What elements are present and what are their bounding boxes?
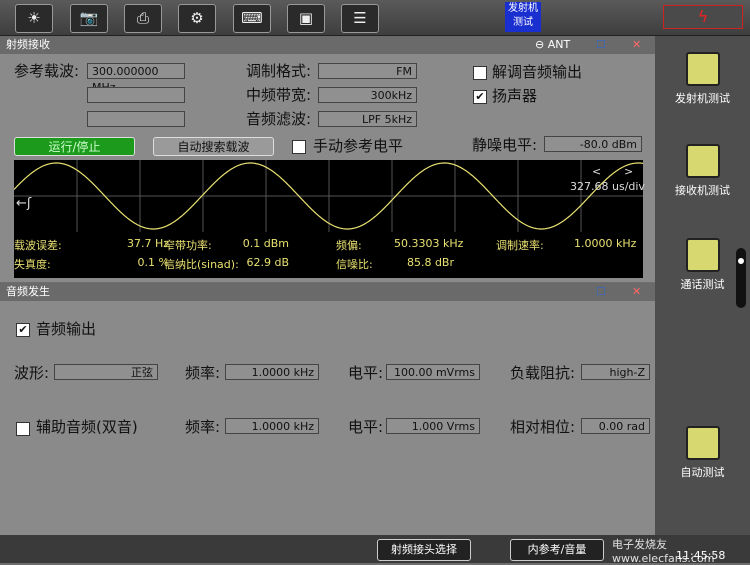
trigger-marker-icon[interactable]: ←ʃ (16, 196, 31, 211)
readout-value: 1.0000 kHz (574, 237, 637, 250)
readout-value: 37.7 Hz (126, 237, 169, 250)
blank-field-1[interactable] (87, 87, 185, 103)
speaker-label: 扬声器 (492, 87, 538, 105)
document-icon[interactable]: ☰ (341, 4, 379, 33)
auto-search-button[interactable]: 自动搜索载波 (153, 137, 274, 156)
clock: 11:45:58 (676, 549, 726, 562)
demod-checkbox[interactable] (473, 66, 487, 80)
readout-value: 62.9 dB (246, 256, 289, 269)
readout-label: 载波误差: (14, 239, 62, 252)
mode-label: 发射机测试 (505, 2, 541, 32)
panel-title: 音频发生 (6, 285, 50, 298)
tester-icon (685, 144, 720, 178)
sidebar-item-auto-test[interactable]: 自动测试 (655, 426, 750, 480)
sidebar-label: 自动测试 (680, 466, 725, 479)
readout-label: 窄带功率: (164, 239, 212, 252)
readout-label: 失真度: (14, 258, 51, 271)
prev-button[interactable]: < (592, 165, 601, 178)
freq-label: 频率: (185, 364, 221, 382)
readout-value: 50.3303 kHz (394, 237, 464, 250)
print-icon[interactable]: ⎙ (124, 4, 162, 33)
sidebar-item-tx-test[interactable]: 发射机测试 (655, 52, 750, 106)
scrollbar[interactable] (736, 248, 746, 308)
demod-label: 解调音频输出 (492, 63, 583, 81)
if-bw-label: 中频带宽: (246, 86, 312, 104)
readout-label: 信纳比(sinad): (164, 258, 239, 271)
aux-label: 辅助音频(双音) (36, 418, 138, 436)
tester-icon (685, 426, 720, 460)
brightness-icon[interactable]: ☀ (15, 4, 53, 33)
load-field[interactable]: high-Z (581, 364, 650, 380)
readout-label: 信噪比: (336, 258, 373, 271)
if-bw-field[interactable]: 300kHz (318, 87, 417, 103)
rf-connector-button[interactable]: 射频接头选择 (377, 539, 471, 561)
readout-value: 0.1 % (137, 256, 169, 269)
level2-field[interactable]: 1.000 Vrms (386, 418, 480, 434)
mod-label: 调制格式: (246, 62, 312, 80)
manual-ref-label: 手动参考电平 (313, 137, 404, 155)
maximize-icon[interactable]: ☐ (596, 36, 606, 54)
readout-value: 0.1 dBm (242, 237, 289, 250)
manual-ref-checkbox[interactable] (292, 140, 306, 154)
squelch-field[interactable]: -80.0 dBm (544, 136, 642, 152)
readout-label: 频偏: (336, 239, 362, 252)
scroll-thumb[interactable] (738, 258, 744, 264)
audio-output-label: 音频输出 (36, 320, 97, 338)
aux-checkbox[interactable] (16, 422, 30, 436)
sidebar-label: 接收机测试 (675, 184, 730, 197)
mod-field[interactable]: FM (318, 63, 417, 79)
tester-icon (685, 52, 720, 86)
ref-volume-button[interactable]: 内参考/音量 (510, 539, 604, 561)
next-button[interactable]: > (624, 165, 633, 178)
ref-carrier-field[interactable]: 300.000000 MHz (87, 63, 185, 94)
grid (14, 160, 643, 232)
save-icon[interactable]: ▣ (287, 4, 325, 33)
level-label: 电平: (348, 364, 384, 382)
keyboard-icon[interactable]: ⌨ (233, 4, 271, 33)
sidebar-label: 发射机测试 (675, 92, 730, 105)
gear-icon[interactable]: ⚙ (178, 4, 216, 33)
audio-gen-panel: 音频发生 ☐ ✕ ✔ 音频输出 波形: 正弦 频率: 1.0000 kHz 电平… (0, 283, 655, 535)
freq-field[interactable]: 1.0000 kHz (225, 364, 319, 380)
freq2-field[interactable]: 1.0000 kHz (225, 418, 319, 434)
tester-icon (685, 238, 720, 272)
waveform-plot (14, 160, 643, 232)
close-icon[interactable]: ✕ (632, 36, 641, 54)
panel-header: 音频发生 ☐ ✕ (0, 283, 655, 301)
ant-icon[interactable]: ⊖ ANT (535, 36, 570, 54)
speaker-checkbox[interactable]: ✔ (473, 90, 487, 104)
readout-value: 85.8 dBr (406, 256, 454, 269)
ref-carrier-label: 参考载波: (14, 62, 80, 80)
wave-label: 波形: (14, 364, 50, 382)
maximize-icon[interactable]: ☐ (596, 283, 606, 301)
load-label: 负载阻抗: (510, 364, 576, 382)
squelch-label: 静噪电平: (472, 136, 538, 154)
sidebar-label: 通话测试 (680, 278, 725, 291)
level-field[interactable]: 100.00 mVrms (386, 364, 480, 380)
alarm-icon[interactable]: ϟ (663, 5, 743, 29)
oscilloscope: ←ʃ < > 327.68 us/div 载波误差: 37.7 Hz 窄带功率: 0.… (14, 160, 645, 278)
panel-title: 射频接收 (6, 38, 50, 51)
toolbar: ☀ 📷 ⎙ ⚙ ⌨ ▣ ☰ 发射机测试 ϟ (0, 0, 750, 36)
panel-header: 射频接收 ⊖ ANT ☐ ✕ (0, 36, 655, 54)
bottom-bar: 射频接头选择 内参考/音量 电子发烧友 www.elecfans.com 11:… (0, 535, 750, 565)
freq2-label: 频率: (185, 418, 221, 436)
blank-field-2[interactable] (87, 111, 185, 127)
ant-label: ANT (547, 38, 571, 51)
sidebar-item-rx-test[interactable]: 接收机测试 (655, 144, 750, 198)
af-field[interactable]: LPF 5kHz (318, 111, 417, 127)
readout-label: 调制速率: (496, 239, 544, 252)
audio-output-checkbox[interactable]: ✔ (16, 323, 30, 337)
close-icon[interactable]: ✕ (632, 283, 641, 301)
timebase-label: 327.68 us/div (570, 180, 645, 193)
sidebar: 发射机测试 接收机测试 通话测试 自动测试 (655, 36, 750, 536)
af-label: 音频滤波: (246, 110, 312, 128)
phase-field[interactable]: 0.00 rad (581, 418, 650, 434)
run-stop-button[interactable]: 运行/停止 (14, 137, 135, 156)
phase-label: 相对相位: (510, 418, 576, 436)
camera-icon[interactable]: 📷 (70, 4, 108, 33)
wave-field[interactable]: 正弦 (54, 364, 158, 380)
level2-label: 电平: (348, 418, 384, 436)
